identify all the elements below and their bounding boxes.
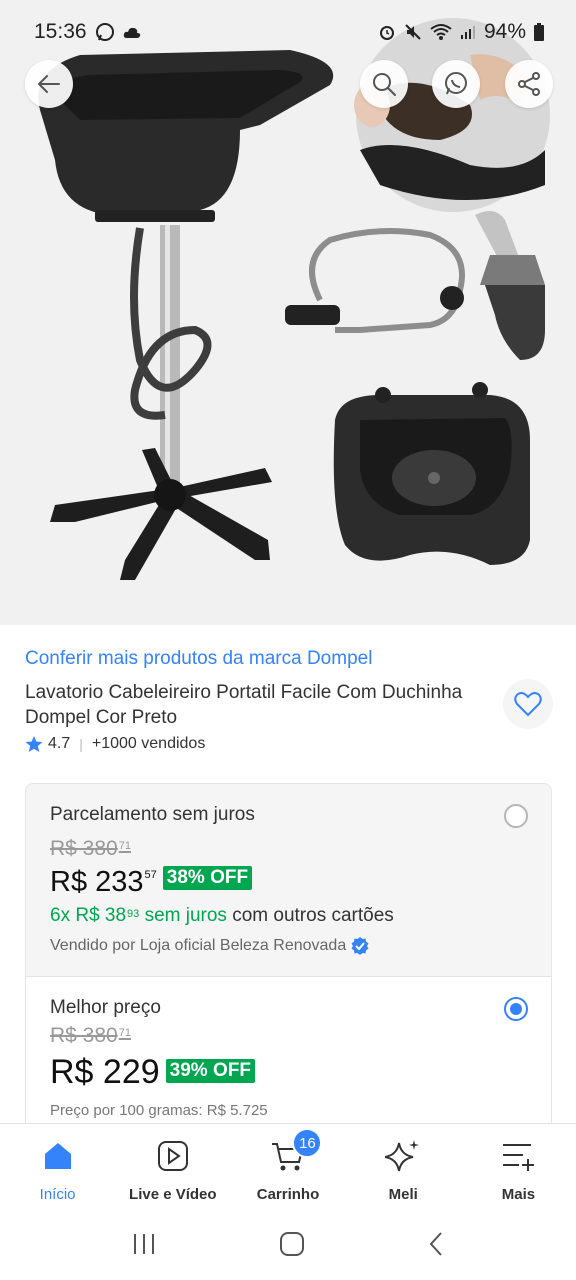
status-time: 15:36 [34,20,87,43]
product-image-gallery[interactable] [0,0,576,625]
search-button[interactable] [360,60,408,108]
share-icon [518,72,540,96]
play-icon [153,1136,193,1176]
discount-badge: 39% OFF [165,1059,255,1083]
offer-radio-selected[interactable] [504,997,528,1021]
nav-item-carrinho[interactable]: 16 Carrinho [230,1124,345,1213]
current-price: R$ 229 39% OFF [50,1053,255,1092]
offer-radio[interactable] [504,804,528,828]
recent-apps-icon [134,1234,154,1254]
alarm-icon [378,23,396,41]
offer-title: Melhor preço [50,997,161,1018]
current-price: R$ 233 57 38% OFF [50,866,253,899]
heart-icon [514,692,542,717]
recent-apps-button[interactable] [131,1232,157,1261]
nav-item-inicio[interactable]: Início [0,1124,115,1213]
sparkle-icon [383,1136,423,1176]
whatsapp-notification-icon [95,22,115,42]
offer-title: Parcelamento sem juros [50,804,255,825]
product-image [38,18,550,580]
menu-plus-icon [498,1136,538,1176]
offer-best-price-card[interactable]: Melhor preço R$ 38071 R$ 229 39% OFF Pre… [25,977,552,1137]
old-price: R$ 38071 [50,837,131,860]
chevron-left-icon [429,1232,442,1256]
rating-row[interactable]: 4.7 | +1000 vendidos [25,735,205,753]
favorite-button[interactable] [503,679,553,729]
star-icon [25,736,43,752]
back-button[interactable] [25,60,73,108]
nav-label: Meli [388,1186,418,1203]
offer-installments-card[interactable]: Parcelamento sem juros R$ 38071 R$ 233 57… [25,783,552,977]
search-icon [373,73,396,96]
share-button[interactable] [505,60,553,108]
battery-percentage: 94% [483,20,526,43]
whatsapp-icon [445,72,467,95]
verified-icon [351,937,369,955]
cloud-icon [123,25,141,39]
arrow-left-icon [37,75,60,93]
battery-icon [534,23,544,41]
wifi-icon [430,23,452,41]
home-icon [38,1136,78,1176]
seller-info[interactable]: Vendido por Loja oficial Beleza Renovada [50,936,370,956]
system-navigation-bar [0,1213,576,1280]
brand-link[interactable]: Conferir mais produtos da marca Dompel [25,648,372,670]
product-title: Lavatorio Cabeleireiro Portatil Facile C… [25,682,463,728]
system-back-button[interactable] [427,1231,445,1262]
home-system-button[interactable] [279,1231,305,1262]
nav-item-live-video[interactable]: Live e Vídeo [115,1124,230,1213]
nav-label: Live e Vídeo [129,1186,217,1203]
nav-item-meli[interactable]: Meli [346,1124,461,1213]
bottom-navigation: Início Live e Vídeo 16 Carrinho Meli Mai… [0,1123,576,1213]
home-system-icon [280,1232,304,1256]
discount-badge: 38% OFF [162,866,253,890]
nav-label: Carrinho [256,1186,320,1203]
mute-icon [404,23,422,41]
old-price: R$ 38071 [50,1024,131,1047]
rating-separator: | [79,736,83,752]
nav-label: Mais [501,1186,536,1203]
unit-price: Preço por 100 gramas: R$ 5.725 [50,1102,268,1119]
rating-value: 4.7 [48,735,71,752]
nav-label: Início [39,1186,76,1203]
status-bar: 15:36 94% [0,0,576,64]
installments-text: 6x R$ 3893 sem juros com outros cartões [50,905,394,926]
signal-icon [460,24,476,40]
nav-item-mais[interactable]: Mais [461,1124,576,1213]
cart-badge: 16 [292,1128,323,1158]
whatsapp-share-button[interactable] [432,60,480,108]
sold-count: +1000 vendidos [91,735,206,752]
